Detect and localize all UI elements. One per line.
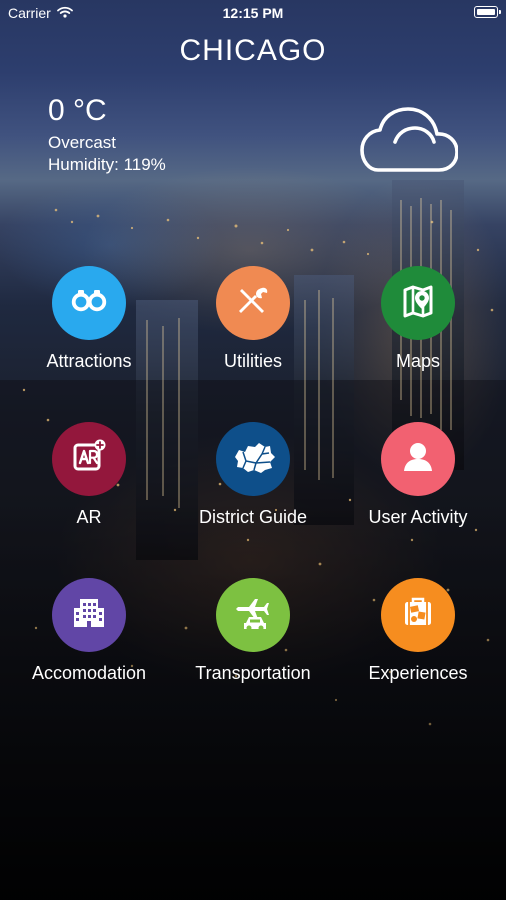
transport-icon <box>231 591 275 640</box>
transportation-menu-item[interactable]: Transportation <box>168 578 338 704</box>
experiences-label: Experiences <box>368 663 468 683</box>
maps-menu-item[interactable]: Maps <box>333 266 503 392</box>
utilities-menu-item[interactable]: Utilities <box>168 266 338 392</box>
building-icon <box>68 592 110 639</box>
attractions-menu-item[interactable]: Attractions <box>4 266 174 392</box>
experiences-icon-circle <box>381 578 455 652</box>
tools-icon <box>232 280 274 327</box>
district-map-icon <box>230 439 276 480</box>
map-icon <box>397 280 439 327</box>
ar-menu-item[interactable]: AR <box>4 422 174 548</box>
user-activity-label: User Activity <box>368 507 468 527</box>
status-time: 12:15 PM <box>222 5 284 21</box>
humidity-value: Humidity: 119% <box>48 155 166 174</box>
temperature-value: 0 °C <box>48 94 107 127</box>
utilities-label: Utilities <box>223 351 282 371</box>
page-title: CHICAGO <box>179 34 327 67</box>
status-bar: Carrier 12:15 PM <box>0 0 506 28</box>
transportation-label: Transportation <box>195 663 311 683</box>
maps-icon-circle <box>381 266 455 340</box>
luggage-icon <box>396 591 440 640</box>
user-activity-icon-circle <box>381 422 455 496</box>
experiences-menu-item[interactable]: Experiences <box>333 578 503 704</box>
accomodation-label: Accomodation <box>31 663 147 683</box>
user-icon <box>397 436 439 483</box>
district-guide-label: District Guide <box>198 507 308 527</box>
user-activity-menu-item[interactable]: User Activity <box>333 422 503 548</box>
cloud-icon <box>360 104 459 186</box>
app-screen: Carrier 12:15 PM CHICAGO 0 °C Overcast H… <box>0 0 506 900</box>
utilities-icon-circle <box>216 266 290 340</box>
accomodation-icon-circle <box>52 578 126 652</box>
transportation-icon-circle <box>216 578 290 652</box>
maps-label: Maps <box>395 351 440 371</box>
accomodation-menu-item[interactable]: Accomodation <box>4 578 174 704</box>
ar-icon <box>67 435 111 484</box>
district-guide-menu-item[interactable]: District Guide <box>168 422 338 548</box>
battery-icon <box>474 6 501 18</box>
attractions-icon-circle <box>52 266 126 340</box>
attractions-label: Attractions <box>46 351 132 371</box>
ar-label: AR <box>76 507 102 527</box>
district-guide-icon-circle <box>216 422 290 496</box>
ar-icon-circle <box>52 422 126 496</box>
battery-level <box>477 9 495 15</box>
weather-condition: Overcast <box>48 133 117 152</box>
binoculars-icon <box>69 281 109 326</box>
weather-summary: 0 °C Overcast Humidity: 119% <box>48 94 166 176</box>
